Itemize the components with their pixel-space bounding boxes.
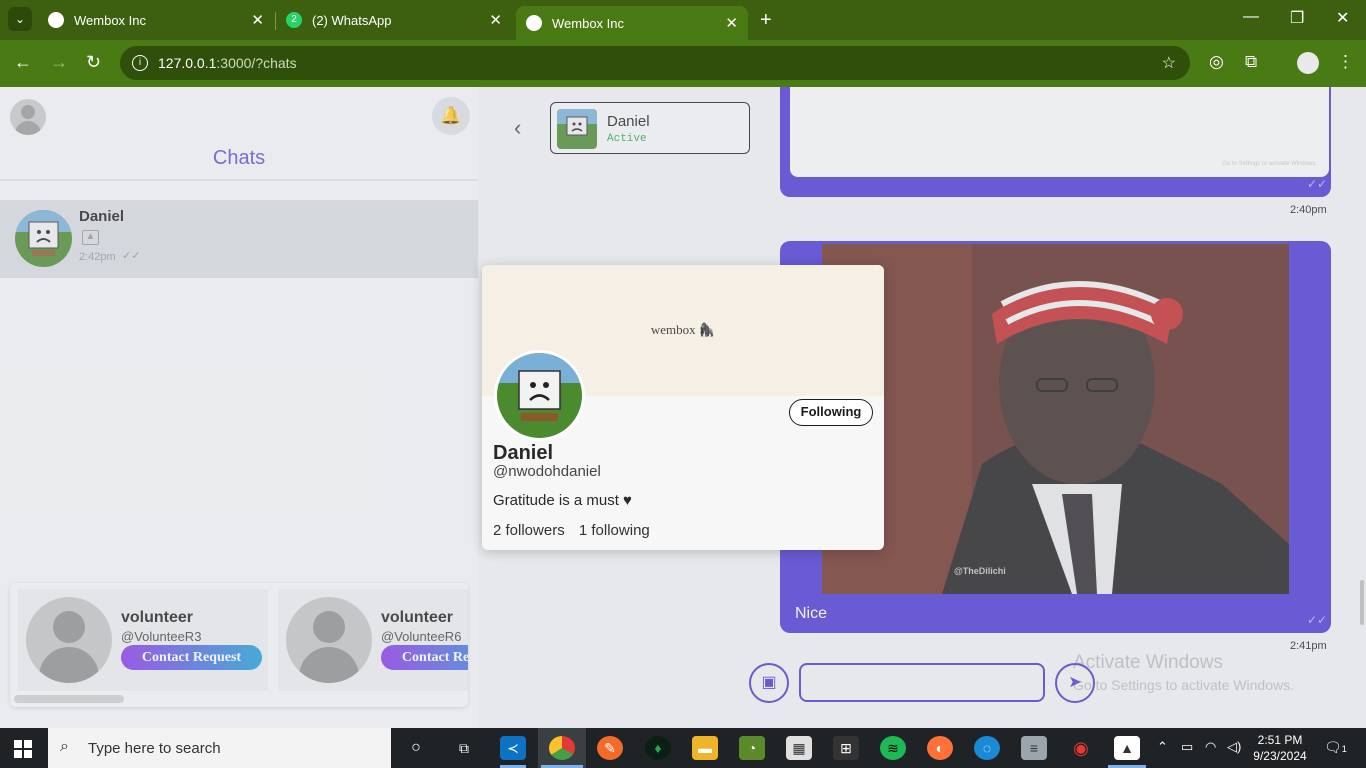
app-icon[interactable]: ◔	[739, 736, 765, 760]
following-count[interactable]: 1 following	[579, 522, 650, 539]
tab-whatsapp[interactable]: 2 (2) WhatsApp ✕	[276, 4, 512, 36]
profile-stats: 2 followers 1 following	[493, 522, 660, 539]
database-icon[interactable]: ≡	[1021, 736, 1047, 760]
firefox-icon[interactable]: ◐	[927, 736, 953, 760]
browser-toolbar: ← → ↻ i 127.0.0.1:3000/?chats ☆	[0, 40, 1366, 87]
profile-handle: @nwodohdaniel	[493, 463, 601, 480]
volume-icon[interactable]: ◁)	[1227, 739, 1241, 755]
browser-menu-icon[interactable]: ⋮	[1337, 52, 1354, 72]
tab-search-chevron-icon[interactable]: ⌄	[8, 7, 32, 31]
record-icon[interactable]: ◉	[1068, 736, 1094, 760]
cortana-icon[interactable]: ○	[403, 736, 429, 760]
app-main: 🔔 Chats Daniel ▲ 2:42pm ✓✓ volunteer @Vo…	[0, 87, 1366, 728]
mongodb-icon[interactable]: ♦	[645, 736, 671, 760]
extension-circle-icon[interactable]: ◎	[1209, 52, 1224, 72]
taskbar-search[interactable]: ⌕ Type here to search	[48, 728, 391, 768]
forward-arrow-icon[interactable]: →	[50, 52, 68, 73]
windows-start-icon[interactable]	[14, 740, 32, 758]
tab-title: Wembox Inc	[552, 15, 625, 31]
wembox-icon	[48, 12, 64, 28]
clock-time: 2:51 PM	[1257, 733, 1303, 747]
close-window-icon[interactable]: ✕	[1336, 8, 1349, 28]
chrome-icon[interactable]	[549, 736, 575, 760]
followers-count[interactable]: 2 followers	[493, 522, 565, 539]
whatsapp-icon: 2	[286, 12, 302, 28]
tab-title: (2) WhatsApp	[312, 12, 392, 28]
clock-date: 9/23/2024	[1253, 749, 1307, 763]
address-bar[interactable]: i 127.0.0.1:3000/?chats ☆	[120, 46, 1190, 80]
following-button[interactable]: Following	[789, 399, 873, 426]
tab-close-icon[interactable]: ✕	[251, 11, 264, 29]
new-tab-button[interactable]: +	[760, 9, 772, 32]
postman-icon[interactable]: ✎	[597, 736, 623, 760]
brand-logo: wembox 🦍	[650, 322, 716, 337]
tray-chevron-icon[interactable]: ⌃	[1157, 739, 1168, 755]
profile-bio: Gratitude is a must ♥	[493, 492, 632, 509]
tab-close-icon[interactable]: ✕	[489, 11, 502, 29]
edge-icon[interactable]: ◌	[974, 736, 1000, 760]
profile-name: Daniel	[493, 442, 554, 464]
notification-count: 1	[1341, 744, 1347, 754]
url-host: 127.0.0.1	[158, 55, 217, 71]
wembox-icon	[526, 15, 542, 31]
search-placeholder: Type here to search	[88, 739, 221, 757]
profile-popover: wembox 🦍 Following Daniel @nwodohdaniel …	[482, 265, 884, 550]
tab-wembox-active[interactable]: Wembox Inc ✕	[516, 6, 748, 40]
back-arrow-icon[interactable]: ←	[14, 52, 32, 73]
wifi-icon[interactable]: ◠	[1205, 739, 1216, 755]
windows-taskbar: ⌕ Type here to search ○ ⧉ ≺ ✎ ♦ ▬ ◔ ▦ ⊞ …	[0, 728, 1366, 768]
calculator-icon[interactable]: ▦	[786, 736, 812, 760]
tab-title: Wembox Inc	[74, 12, 147, 28]
taskbar-clock[interactable]: 2:51 PM 9/23/2024	[1252, 732, 1308, 764]
restore-icon[interactable]: ❐	[1290, 8, 1304, 28]
bookmark-star-icon[interactable]: ☆	[1162, 53, 1176, 73]
file-explorer-icon[interactable]: ▬	[692, 736, 718, 760]
task-view-icon[interactable]: ⧉	[451, 736, 477, 760]
site-info-icon[interactable]: i	[132, 55, 148, 71]
battery-icon[interactable]: ▭	[1181, 739, 1193, 755]
url-path: :3000/?chats	[216, 55, 297, 71]
microsoft-store-icon[interactable]: ⊞	[833, 736, 859, 760]
photos-icon[interactable]: ▲	[1114, 736, 1140, 760]
profile-avatar-icon[interactable]	[1297, 52, 1319, 74]
browser-tab-bar: ⌄ Wembox Inc ✕ 2 (2) WhatsApp ✕ Wembox I…	[0, 0, 1366, 40]
tab-close-icon[interactable]: ✕	[725, 14, 738, 32]
tab-wembox-1[interactable]: Wembox Inc ✕	[38, 4, 274, 36]
vscode-icon[interactable]: ≺	[500, 736, 526, 760]
reload-icon[interactable]: ↻	[86, 52, 101, 73]
minimize-icon[interactable]: —	[1243, 8, 1259, 26]
notification-center-icon[interactable]: 🗨1	[1324, 739, 1347, 756]
spotify-icon[interactable]: ≋	[880, 736, 906, 760]
extensions-puzzle-icon[interactable]: ⧉	[1245, 52, 1257, 72]
search-icon: ⌕	[60, 738, 69, 755]
profile-avatar	[494, 350, 585, 441]
